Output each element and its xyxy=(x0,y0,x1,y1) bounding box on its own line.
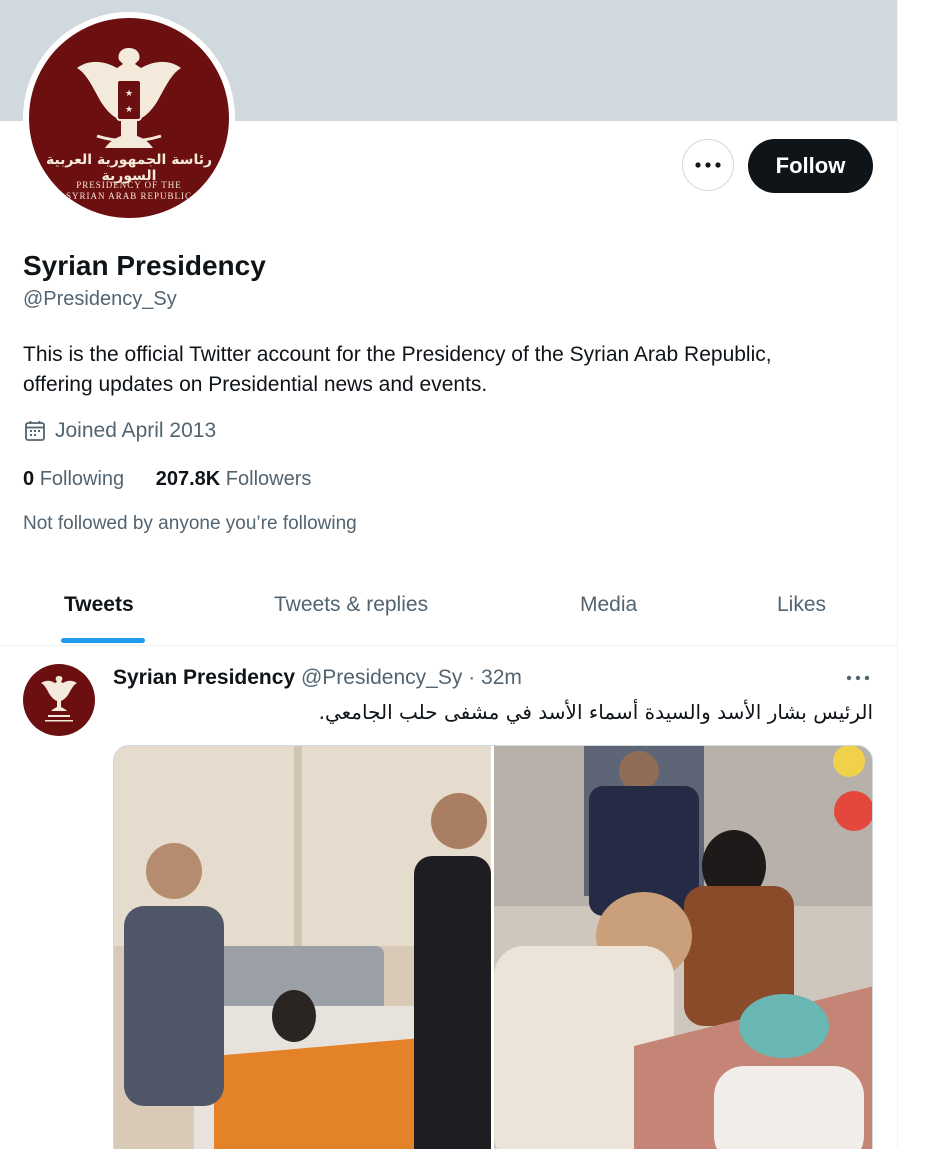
profile-page: ★ ★ رئاسة الجمهورية العربية السورية PRES… xyxy=(0,0,898,1149)
tweet-photo-2[interactable] xyxy=(494,746,872,1149)
followers-label: Followers xyxy=(225,468,312,490)
profile-tabs: Tweets Tweets & replies Media Likes xyxy=(0,565,897,646)
tweet-author-name[interactable]: Syrian Presidency xyxy=(113,666,295,689)
tweet-avatar[interactable] xyxy=(23,664,95,736)
more-horizontal-icon xyxy=(695,162,721,168)
eagle-emblem-icon xyxy=(41,676,77,722)
hospital-visit-photo xyxy=(494,746,872,1149)
tweet-author-handle[interactable]: @Presidency_Sy xyxy=(301,666,462,689)
tweet-header: Syrian Presidency @Presidency_Sy · 32m xyxy=(113,666,522,690)
tab-tweets[interactable]: Tweets xyxy=(64,565,134,645)
more-horizontal-icon xyxy=(846,675,870,681)
profile-name: Syrian Presidency xyxy=(23,250,266,281)
tweet-text: الرئيس بشار الأسد والسيدة أسماء الأسد في… xyxy=(318,700,873,724)
avatar-english-line1: PRESIDENCY OF THE xyxy=(76,180,182,190)
profile-avatar[interactable]: ★ ★ رئاسة الجمهورية العربية السورية PRES… xyxy=(23,12,235,224)
tweet-separator: · xyxy=(468,666,476,689)
tweet-more-button[interactable] xyxy=(846,668,870,686)
profile-stats: 0 Following 207.8K Followers xyxy=(23,468,337,491)
avatar-english-line2: SYRIAN ARAB REPUBLIC xyxy=(65,191,193,201)
followers-count: 207.8K xyxy=(155,468,221,490)
following-count: 0 xyxy=(23,468,35,490)
svg-text:★: ★ xyxy=(125,104,133,114)
svg-text:★: ★ xyxy=(125,88,133,98)
tweet-photo-1[interactable] xyxy=(114,746,491,1149)
follow-button[interactable]: Follow xyxy=(748,139,873,193)
calendar-icon xyxy=(25,421,45,441)
followers-link[interactable]: 207.8K Followers xyxy=(156,468,312,491)
tweet-media-grid xyxy=(113,745,873,1149)
profile-bio: This is the official Twitter account for… xyxy=(23,343,772,396)
tab-likes[interactable]: Likes xyxy=(777,565,826,645)
not-followed-notice: Not followed by anyone you’re following xyxy=(23,513,357,534)
following-label: Following xyxy=(39,468,125,490)
tweet-timestamp[interactable]: 32m xyxy=(481,666,522,689)
profile-handle: @Presidency_Sy xyxy=(23,288,177,310)
joined-text: Joined April 2013 xyxy=(55,419,217,442)
hospital-visit-photo xyxy=(114,746,491,1149)
more-options-button[interactable] xyxy=(682,139,734,191)
presidency-logo: ★ ★ رئاسة الجمهورية العربية السورية PRES… xyxy=(29,18,229,218)
tab-tweets-replies[interactable]: Tweets & replies xyxy=(274,565,428,645)
tab-media[interactable]: Media xyxy=(580,565,637,645)
following-link[interactable]: 0 Following xyxy=(23,468,124,491)
joined-date: Joined April 2013 xyxy=(23,419,216,443)
active-tab-indicator xyxy=(61,638,145,643)
